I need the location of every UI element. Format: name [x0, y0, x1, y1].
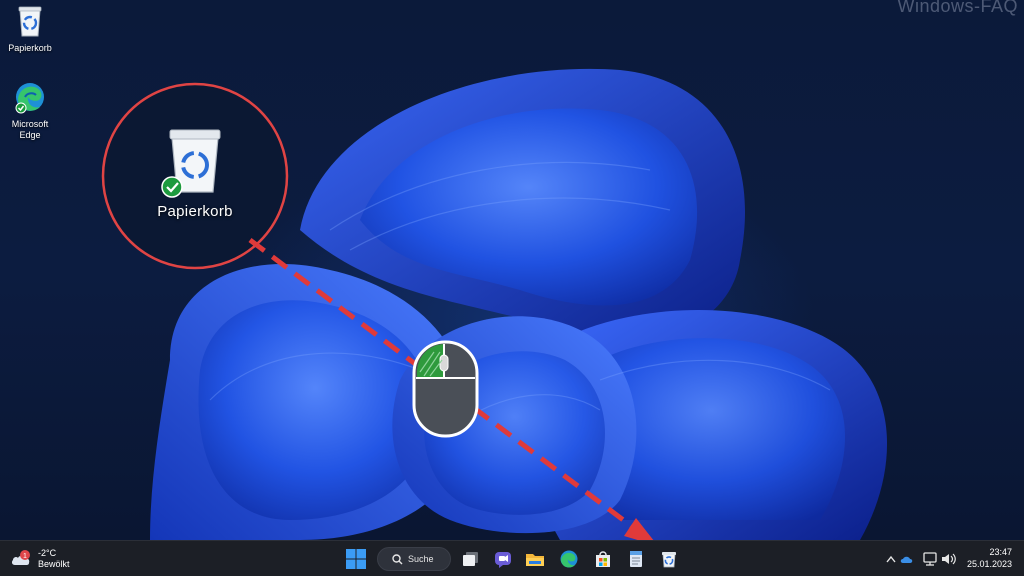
recycle-bin-taskbar-icon[interactable]: [659, 549, 679, 569]
desktop-icon-edge[interactable]: Microsoft Edge: [0, 80, 60, 141]
onedrive-icon: [900, 556, 913, 563]
bloom-wallpaper: [150, 68, 888, 540]
windows-start-icon[interactable]: [345, 548, 367, 570]
network-icon: [923, 552, 937, 566]
taskbar-clock[interactable]: 23:47 25.01.2023: [952, 546, 1012, 570]
teams-chat-icon[interactable]: [493, 549, 513, 569]
search-icon: [392, 553, 403, 564]
recycle-bin-label: Papierkorb: [8, 43, 52, 53]
edge-icon: [15, 83, 44, 114]
cloud-icon: 1: [11, 550, 30, 565]
edge-label-line1: Microsoft: [11, 119, 49, 129]
weather-widget[interactable]: 1 -2°C Bewölkt: [10, 546, 70, 572]
edge-label-line2: Edge: [19, 130, 41, 140]
clock-time: 23:47: [989, 547, 1012, 557]
clock-date: 25.01.2023: [966, 559, 1012, 569]
weather-condition: Bewölkt: [38, 559, 70, 569]
search-label: Suche: [408, 554, 434, 564]
store-icon[interactable]: [593, 549, 613, 569]
weather-temperature: -2°C: [38, 548, 57, 558]
file-explorer-icon[interactable]: [525, 549, 545, 569]
taskbar-search[interactable]: Suche: [377, 547, 451, 571]
taskbar: 1 -2°C Bewölkt Suche 23:47 25.01.2023: [0, 540, 1024, 576]
desktop: Windows-FAQ Papierkorb Microsoft Edge Pa…: [0, 0, 1024, 540]
zoom-callout-label: Papierkorb: [157, 203, 233, 220]
desktop-icon-recycle-bin[interactable]: Papierkorb: [0, 4, 60, 54]
watermark: Windows-FAQ: [897, 0, 1018, 16]
task-view-icon[interactable]: [461, 549, 481, 569]
weather-badge: 1: [23, 553, 27, 560]
system-tray: [886, 552, 956, 566]
chevron-up-icon: [886, 555, 896, 563]
notepad-icon[interactable]: [626, 549, 646, 569]
edge-taskbar-icon[interactable]: [559, 549, 579, 569]
recycle-bin-icon: [18, 6, 42, 37]
